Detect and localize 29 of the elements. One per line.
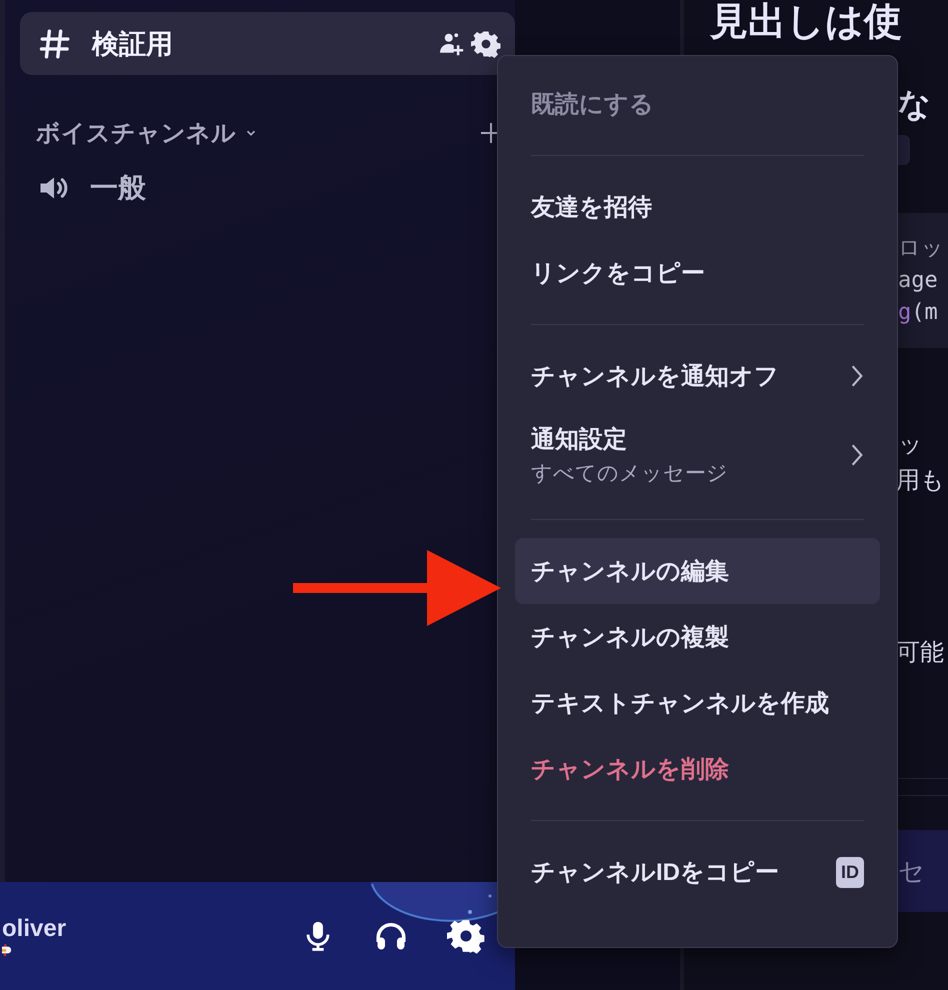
body-text: 用も xyxy=(896,466,946,496)
hash-icon xyxy=(38,26,72,60)
menu-item[interactable]: チャンネルを削除 xyxy=(515,736,880,802)
code-line: ロッ xyxy=(898,234,945,262)
body-text: ッ xyxy=(898,430,924,460)
menu-item[interactable]: テキストチャンネルを作成 xyxy=(515,670,880,736)
code-line: age xyxy=(898,266,939,294)
settings-icon[interactable] xyxy=(471,28,501,58)
menu-item[interactable]: チャンネルを通知オフ xyxy=(515,343,880,409)
menu-item[interactable]: 通知設定 すべてのメッセージ xyxy=(515,409,880,501)
heading: 見出しは使 xyxy=(710,0,903,45)
channel-item[interactable]: 検証用 xyxy=(20,12,515,75)
body-text: 可能 xyxy=(896,638,945,668)
chevron-right-icon xyxy=(850,442,864,468)
menu-item[interactable]: チャンネルIDをコピー ID xyxy=(515,839,880,905)
code-line: g(m xyxy=(898,298,939,326)
menu-item[interactable]: 友達を招待 xyxy=(515,174,880,240)
status-emoji-icon xyxy=(2,943,12,957)
category-header[interactable]: ボイスチャンネル xyxy=(20,115,515,151)
menu-item[interactable]: リンクをコピー xyxy=(515,240,880,306)
menu-item-subtitle: すべてのメッセージ xyxy=(531,461,729,487)
menu-item[interactable]: チャンネルの編集 xyxy=(515,538,880,604)
username: oliver xyxy=(2,915,66,943)
chevron-right-icon xyxy=(850,363,864,389)
id-badge: ID xyxy=(836,856,864,888)
menu-item[interactable]: チャンネルの複製 xyxy=(515,604,880,670)
settings-icon[interactable] xyxy=(447,917,485,955)
voice-channel[interactable]: 一般 xyxy=(20,163,515,213)
subheading: な xyxy=(898,85,932,124)
